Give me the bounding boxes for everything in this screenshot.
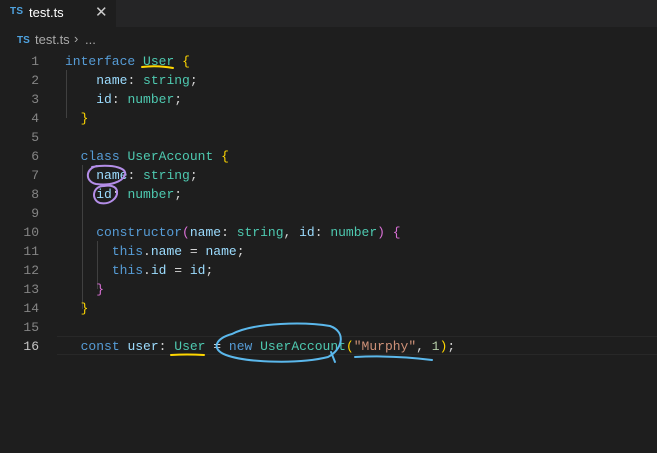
- annotation-circle-new-useraccount: [215, 322, 342, 363]
- annotation-circle-id: [93, 184, 119, 205]
- annotation-underline-user-type: [170, 353, 205, 356]
- annotation-underline-interface-user: [141, 65, 174, 69]
- annotation-overlay: [86, 65, 433, 363]
- annotation-circle-name: [86, 164, 127, 186]
- annotation-underline-murphy: [354, 355, 433, 361]
